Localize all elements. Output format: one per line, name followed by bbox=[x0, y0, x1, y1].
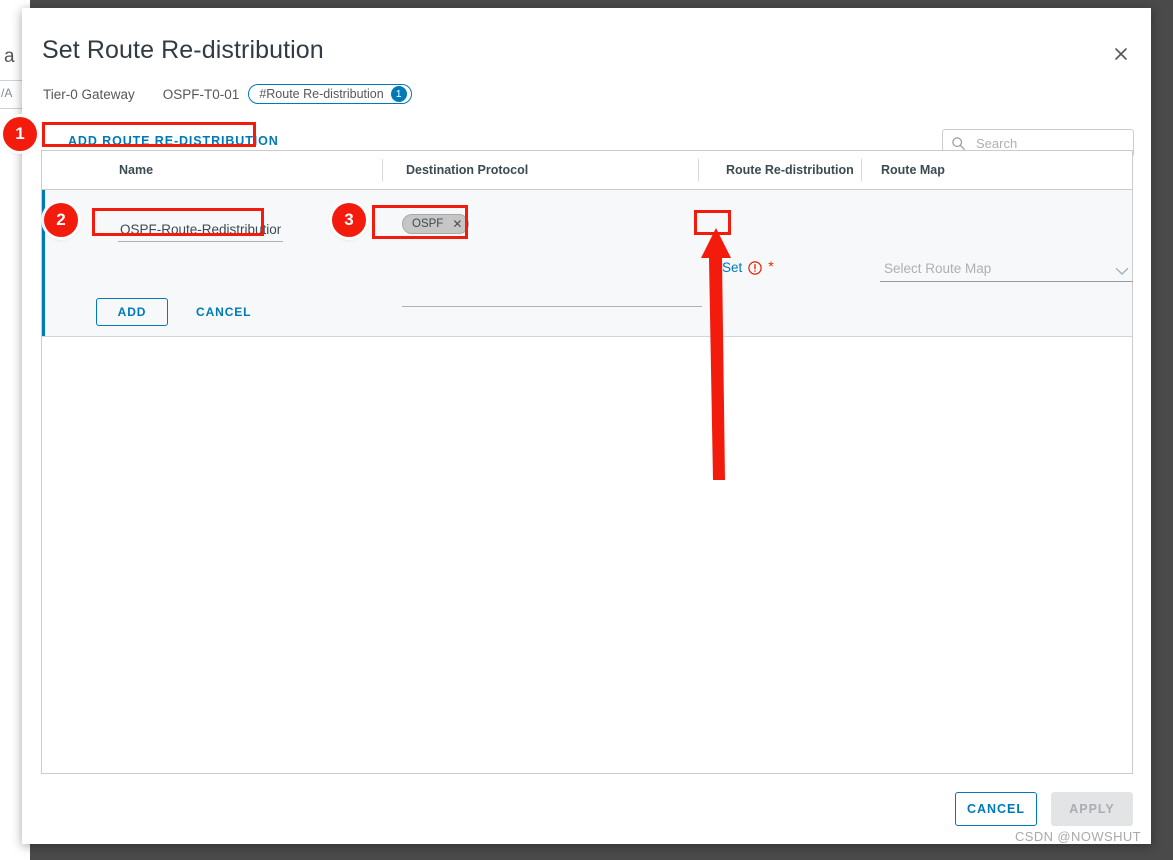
column-header-destination-protocol: Destination Protocol bbox=[406, 163, 529, 177]
route-redistribution-tag-count: 1 bbox=[390, 86, 407, 102]
background-letter: a bbox=[4, 46, 16, 67]
route-map-select[interactable]: Select Route Map bbox=[880, 256, 1133, 282]
dialog-footer: CANCEL APPLY bbox=[955, 792, 1133, 826]
destination-protocol-chip-label: OSPF bbox=[412, 218, 444, 230]
header-divider-2 bbox=[698, 159, 699, 181]
destination-protocol-cell: OSPF ✕ bbox=[402, 214, 702, 234]
route-redistribution-cell: Set * bbox=[722, 258, 774, 275]
annotation-badge-1: 1 bbox=[3, 117, 37, 151]
breadcrumb-gateway-name: OSPF-T0-01 bbox=[162, 86, 240, 102]
add-route-re-distribution-link[interactable]: ADD ROUTE RE-DISTRIBUTION bbox=[68, 134, 279, 148]
add-button[interactable]: ADD bbox=[96, 298, 168, 326]
name-input[interactable] bbox=[118, 218, 283, 242]
cancel-row-button[interactable]: CANCEL bbox=[190, 298, 257, 326]
annotation-badge-2: 2 bbox=[44, 203, 78, 237]
annotation-badge-3: 3 bbox=[332, 203, 366, 237]
route-map-cell: Select Route Map bbox=[880, 256, 1135, 282]
table-row: OSPF ✕ Set * Select Route Map bbox=[42, 190, 1135, 337]
column-header-route-map: Route Map bbox=[881, 163, 945, 177]
watermark: CSDN @NOWSHUT bbox=[1014, 829, 1141, 844]
column-header-route-redistribution: Route Re-distribution bbox=[726, 163, 854, 177]
set-route-redistribution-dialog: Set Route Re-distribution Tier-0 Gateway… bbox=[22, 8, 1151, 844]
cancel-button[interactable]: CANCEL bbox=[955, 792, 1037, 826]
breadcrumb: Tier-0 Gateway OSPF-T0-01 #Route Re-dist… bbox=[43, 84, 412, 104]
column-header-name: Name bbox=[119, 163, 154, 177]
required-field-marker: * bbox=[768, 258, 774, 274]
breadcrumb-gateway-type: Tier-0 Gateway bbox=[43, 86, 135, 102]
route-redistribution-table: Name Destination Protocol Route Re-distr… bbox=[41, 150, 1133, 774]
route-redistribution-tag[interactable]: #Route Re-distribution 1 bbox=[248, 84, 412, 104]
destination-protocol-underline bbox=[402, 306, 702, 307]
table-header-row: Name Destination Protocol Route Re-distr… bbox=[42, 151, 1132, 190]
row-active-accent-bar bbox=[42, 190, 45, 336]
search-icon bbox=[951, 136, 966, 151]
close-icon[interactable]: ✕ bbox=[452, 218, 462, 230]
warning-circle-icon bbox=[748, 261, 762, 275]
apply-button[interactable]: APPLY bbox=[1051, 792, 1133, 826]
chevron-down-icon bbox=[1115, 263, 1129, 275]
set-route-redistribution-button[interactable]: Set bbox=[722, 260, 742, 275]
search-input[interactable] bbox=[974, 134, 1128, 152]
close-icon[interactable] bbox=[1107, 40, 1135, 68]
page-title: Set Route Re-distribution bbox=[42, 36, 324, 64]
header-divider-3 bbox=[861, 159, 862, 181]
header-divider-1 bbox=[382, 159, 383, 181]
row-action-buttons: ADD CANCEL bbox=[96, 298, 257, 326]
route-map-placeholder: Select Route Map bbox=[884, 261, 992, 276]
destination-protocol-chip[interactable]: OSPF ✕ bbox=[402, 214, 470, 234]
route-redistribution-tag-label: #Route Re-distribution bbox=[259, 87, 384, 101]
background-small-text: /A bbox=[1, 86, 13, 100]
